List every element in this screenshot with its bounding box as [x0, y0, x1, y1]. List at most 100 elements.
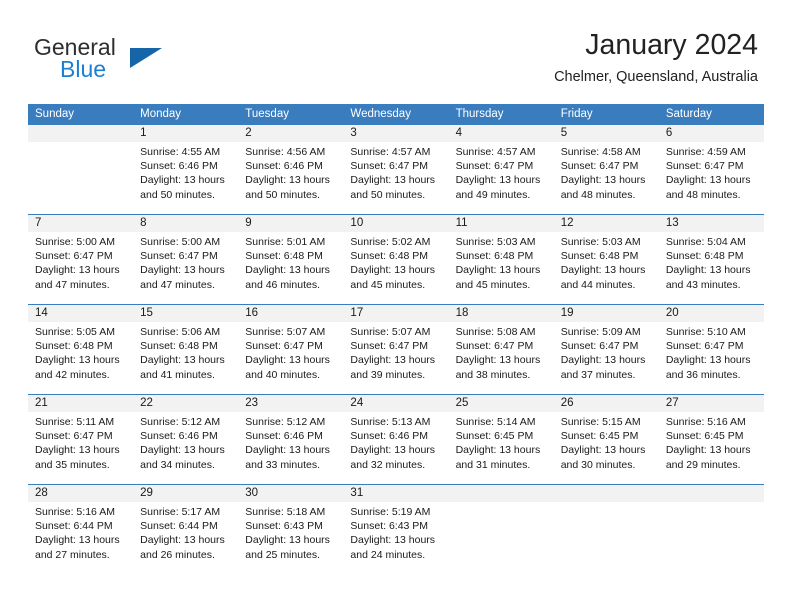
daylight-text-line1: Daylight: 13 hours — [560, 354, 646, 367]
sunset-text: Sunset: 6:46 PM — [245, 160, 323, 173]
calendar-day-cell[interactable]: 8 Sunrise: 5:00 AM Sunset: 6:47 PM Daylight… — [133, 215, 239, 304]
calendar-day-cell[interactable]: 10 Sunrise: 5:02 AM Sunset: 6:48 PM Dayligh… — [343, 215, 449, 304]
sunrise-text: Sunrise: 5:00 AM — [140, 236, 221, 248]
sunrise-text: Sunrise: 4:59 AM — [665, 146, 746, 158]
day-details: Sunrise: 4:56 AM Sunset: 6:46 PM Daylight:… — [238, 142, 343, 202]
calendar-day-cell[interactable]: 31 Sunrise: 5:19 AM Sunset: 6:43 PM Dayligh… — [343, 485, 449, 574]
daylight-text-line1: Daylight: 13 hours — [455, 444, 541, 457]
daylight-text-line1: Daylight: 13 hours — [245, 264, 330, 277]
calendar-week-row: 21 Sunrise: 5:11 AM Sunset: 6:47 PM Dayligh… — [28, 394, 764, 484]
sunrise-text: Sunrise: 5:12 AM — [140, 416, 221, 428]
sunrise-text: Sunrise: 5:18 AM — [245, 506, 326, 518]
daylight-text-line2: and 45 minutes. — [455, 278, 531, 291]
calendar-day-cell[interactable]: 25 Sunrise: 5:14 AM Sunset: 6:45 PM Dayligh… — [448, 395, 554, 484]
calendar-day-cell[interactable]: 15 Sunrise: 5:06 AM Sunset: 6:48 PM Dayligh… — [133, 305, 239, 394]
sunrise-text: Sunrise: 5:05 AM — [35, 326, 115, 338]
sunset-text: Sunset: 6:43 PM — [245, 520, 323, 533]
sunrise-text: Sunrise: 5:02 AM — [350, 236, 431, 248]
calendar-day-cell[interactable]: 11 Sunrise: 5:03 AM Sunset: 6:48 PM Dayligh… — [448, 215, 554, 304]
daylight-text-line2: and 44 minutes. — [560, 278, 636, 291]
day-details: Sunrise: 5:00 AM Sunset: 6:47 PM Daylight:… — [133, 232, 238, 292]
calendar-day-cell[interactable]: 16 Sunrise: 5:07 AM Sunset: 6:47 PM Dayligh… — [238, 305, 344, 394]
day-details: Sunrise: 5:06 AM Sunset: 6:48 PM Daylight:… — [133, 322, 238, 382]
day-number — [553, 485, 659, 502]
calendar-day-cell[interactable]: 26 Sunrise: 5:15 AM Sunset: 6:45 PM Dayligh… — [553, 395, 659, 484]
sunrise-text: Sunrise: 4:57 AM — [350, 146, 431, 158]
logo-text-blue: Blue — [60, 56, 107, 82]
calendar-week-row: 14 Sunrise: 5:05 AM Sunset: 6:48 PM Dayligh… — [28, 304, 764, 394]
day-number: 25 — [448, 395, 554, 412]
daylight-text-line1: Daylight: 13 hours — [140, 534, 225, 547]
calendar-day-cell[interactable]: 27 Sunrise: 5:16 AM Sunset: 6:45 PM Dayligh… — [658, 395, 764, 484]
day-number: 12 — [553, 215, 659, 232]
sunset-text: Sunset: 6:45 PM — [560, 430, 639, 443]
calendar-day-cell[interactable]: 7 Sunrise: 5:00 AM Sunset: 6:47 PM Daylight… — [28, 215, 134, 304]
day-number: 15 — [133, 305, 239, 322]
calendar-day-cell[interactable]: 2 Sunrise: 4:56 AM Sunset: 6:46 PM Daylight… — [238, 125, 344, 214]
day-number: 30 — [238, 485, 344, 502]
generalblue-logo[interactable]: General Blue — [34, 34, 214, 82]
sunset-text: Sunset: 6:47 PM — [665, 340, 744, 353]
calendar-day-cell[interactable]: 1 Sunrise: 4:55 AM Sunset: 6:46 PM Daylight… — [133, 125, 239, 214]
day-number: 27 — [658, 395, 764, 412]
day-number: 1 — [133, 125, 239, 142]
daylight-text-line1: Daylight: 13 hours — [245, 174, 330, 187]
day-details: Sunrise: 5:08 AM Sunset: 6:47 PM Daylight:… — [449, 322, 554, 382]
calendar-day-cell[interactable]: 21 Sunrise: 5:11 AM Sunset: 6:47 PM Dayligh… — [28, 395, 134, 484]
calendar-day-cell[interactable]: 24 Sunrise: 5:13 AM Sunset: 6:46 PM Dayligh… — [343, 395, 449, 484]
day-details: Sunrise: 5:16 AM Sunset: 6:44 PM Daylight:… — [28, 502, 133, 562]
day-details: Sunrise: 5:19 AM Sunset: 6:43 PM Daylight:… — [343, 502, 448, 562]
day-number: 22 — [133, 395, 239, 412]
sunset-text: Sunset: 6:47 PM — [35, 250, 113, 263]
calendar-day-cell[interactable]: 6 Sunrise: 4:59 AM Sunset: 6:47 PM Daylight… — [658, 125, 764, 214]
sunrise-text: Sunrise: 5:19 AM — [350, 506, 431, 518]
calendar-day-cell[interactable]: 9 Sunrise: 5:01 AM Sunset: 6:48 PM Daylight… — [238, 215, 344, 304]
calendar-day-cell[interactable]: 19 Sunrise: 5:09 AM Sunset: 6:47 PM Dayligh… — [553, 305, 659, 394]
day-number: 19 — [553, 305, 659, 322]
day-number: 28 — [28, 485, 134, 502]
calendar-day-cell-empty — [28, 125, 134, 214]
sunrise-text: Sunrise: 5:06 AM — [140, 326, 221, 338]
calendar-day-cell[interactable]: 17 Sunrise: 5:07 AM Sunset: 6:47 PM Dayligh… — [343, 305, 449, 394]
calendar-day-cell[interactable]: 23 Sunrise: 5:12 AM Sunset: 6:46 PM Dayligh… — [238, 395, 344, 484]
day-details: Sunrise: 4:57 AM Sunset: 6:47 PM Daylight:… — [449, 142, 554, 202]
calendar-day-cell[interactable]: 20 Sunrise: 5:10 AM Sunset: 6:47 PM Dayligh… — [658, 305, 764, 394]
daylight-text-line2: and 25 minutes. — [245, 548, 320, 561]
calendar-day-cell[interactable]: 18 Sunrise: 5:08 AM Sunset: 6:47 PM Dayligh… — [448, 305, 554, 394]
calendar-day-cell[interactable]: 5 Sunrise: 4:58 AM Sunset: 6:47 PM Daylight… — [553, 125, 659, 214]
sunrise-text: Sunrise: 5:07 AM — [350, 326, 431, 338]
sunrise-text: Sunrise: 5:00 AM — [35, 236, 115, 248]
day-details: Sunrise: 5:14 AM Sunset: 6:45 PM Daylight:… — [449, 412, 554, 472]
weekday-header-sunday: Sunday — [35, 108, 75, 120]
daylight-text-line1: Daylight: 13 hours — [665, 444, 751, 457]
daylight-text-line1: Daylight: 13 hours — [665, 354, 751, 367]
calendar-day-cell[interactable]: 4 Sunrise: 4:57 AM Sunset: 6:47 PM Daylight… — [448, 125, 554, 214]
calendar-day-cell[interactable]: 28 Sunrise: 5:16 AM Sunset: 6:44 PM Dayligh… — [28, 485, 134, 574]
calendar-day-cell[interactable]: 29 Sunrise: 5:17 AM Sunset: 6:44 PM Dayligh… — [133, 485, 239, 574]
daylight-text-line2: and 50 minutes. — [245, 188, 320, 201]
calendar-day-cell[interactable]: 12 Sunrise: 5:03 AM Sunset: 6:48 PM Dayligh… — [553, 215, 659, 304]
day-number: 9 — [238, 215, 344, 232]
daylight-text-line1: Daylight: 13 hours — [35, 444, 120, 457]
calendar-day-cell[interactable]: 13 Sunrise: 5:04 AM Sunset: 6:48 PM Dayligh… — [658, 215, 764, 304]
calendar-day-cell[interactable]: 3 Sunrise: 4:57 AM Sunset: 6:47 PM Daylight… — [343, 125, 449, 214]
weekday-header-wednesday: Wednesday — [350, 108, 411, 120]
calendar-day-cell[interactable]: 30 Sunrise: 5:18 AM Sunset: 6:43 PM Dayligh… — [238, 485, 344, 574]
sunset-text: Sunset: 6:46 PM — [140, 430, 218, 443]
calendar-day-cell[interactable]: 14 Sunrise: 5:05 AM Sunset: 6:48 PM Dayligh… — [28, 305, 134, 394]
daylight-text-line1: Daylight: 13 hours — [140, 444, 225, 457]
daylight-text-line2: and 39 minutes. — [350, 368, 426, 381]
week-cells: 21 Sunrise: 5:11 AM Sunset: 6:47 PM Dayligh… — [28, 395, 764, 484]
daylight-text-line1: Daylight: 13 hours — [560, 174, 646, 187]
sunset-text: Sunset: 6:47 PM — [350, 160, 429, 173]
sunset-text: Sunset: 6:47 PM — [35, 430, 113, 443]
sunrise-text: Sunrise: 5:03 AM — [455, 236, 536, 248]
week-cells: 28 Sunrise: 5:16 AM Sunset: 6:44 PM Dayligh… — [28, 485, 764, 574]
day-details: Sunrise: 5:17 AM Sunset: 6:44 PM Daylight:… — [133, 502, 238, 562]
page-header: General Blue January 2024 Chelmer, Queen… — [0, 0, 792, 100]
weekday-header-thursday: Thursday — [455, 108, 504, 120]
calendar-day-cell[interactable]: 22 Sunrise: 5:12 AM Sunset: 6:46 PM Dayligh… — [133, 395, 239, 484]
sunset-text: Sunset: 6:44 PM — [35, 520, 113, 533]
calendar-day-cell-empty — [658, 485, 764, 574]
calendar-grid: Sunday Monday Tuesday Wednesday Thursday Frid… — [28, 104, 764, 574]
